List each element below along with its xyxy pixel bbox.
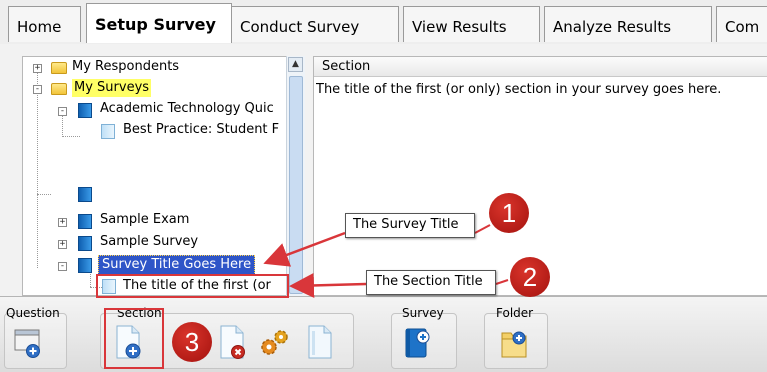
- annotation-arrows: [263, 224, 509, 298]
- section-title-callout: The Section Title: [366, 270, 496, 295]
- step-number-badge: 2: [510, 257, 550, 297]
- step-number-badge: 1: [489, 193, 529, 233]
- step-number-badge: 3: [172, 322, 212, 362]
- survey-title-callout: The Survey Title: [345, 213, 475, 238]
